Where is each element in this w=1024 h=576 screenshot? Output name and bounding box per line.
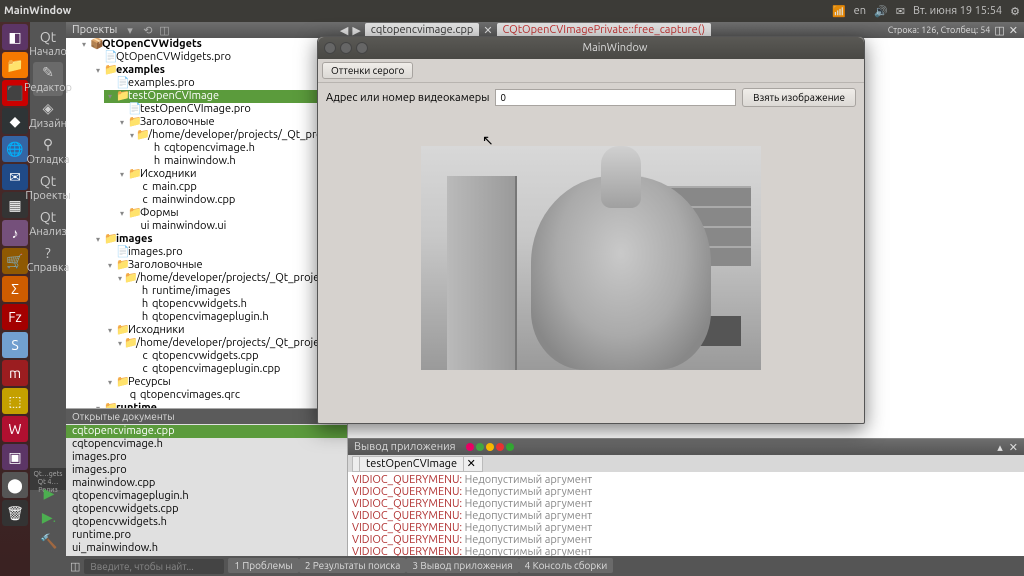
launcher-item[interactable]: ⬤ xyxy=(2,472,28,498)
record-icon[interactable] xyxy=(496,443,504,451)
app-window: MainWindow Оттенки серого Адрес или номе… xyxy=(317,36,865,424)
projects-label: Проекты xyxy=(72,24,117,36)
window-close-icon[interactable] xyxy=(324,42,336,54)
run-buttons: ▶ ▶. 🔨 xyxy=(36,482,62,552)
filter-icon[interactable]: ▾ xyxy=(127,24,139,36)
sync-icon[interactable]: ⟲ xyxy=(143,24,155,36)
launcher-item[interactable]: ▦ xyxy=(2,192,28,218)
launcher-item[interactable]: 🗑 xyxy=(2,500,28,526)
launcher-item[interactable]: ✉ xyxy=(2,164,28,190)
tray-envelope-icon[interactable]: ✉ xyxy=(896,5,905,18)
launcher-item[interactable]: 🛒 xyxy=(2,248,28,274)
attach-icon[interactable] xyxy=(486,443,494,451)
open-doc-item[interactable]: cqtopencvimage.cpp xyxy=(66,425,347,438)
open-doc-item[interactable]: cqtopencvimage.h xyxy=(66,438,347,451)
tray-lang[interactable]: en xyxy=(854,5,866,17)
launcher-item[interactable]: Σ xyxy=(2,276,28,302)
output-title: Вывод приложения xyxy=(354,441,456,453)
mode-Начало[interactable]: QtНачало xyxy=(33,26,63,60)
rerun-icon[interactable] xyxy=(476,443,484,451)
locator-input[interactable]: Введите, чтобы найт... xyxy=(84,559,224,574)
debug-button[interactable]: ▶. xyxy=(36,506,62,528)
app-title: MainWindow xyxy=(372,42,858,54)
close-tab-icon[interactable]: ✕ xyxy=(483,24,492,37)
split-editor-icon[interactable]: ◫ xyxy=(994,24,1004,37)
open-docs-header: Открытые документы xyxy=(66,409,347,424)
open-doc-item[interactable]: qtopencvwidgets.h xyxy=(66,516,347,529)
launcher-item[interactable]: ◆ xyxy=(2,108,28,134)
window-min-icon[interactable] xyxy=(340,42,352,54)
os-top-panel: MainWindow 📶 en 🔊 ✉ Вт. июня 19 15:54 ⚙ xyxy=(0,0,1024,22)
tray-network-icon[interactable]: 📶 xyxy=(832,5,846,18)
launcher-item[interactable]: ▣ xyxy=(2,444,28,470)
sidebar: ▾📦QtOpenCVWidgets📄QtOpenCVWidgets.pro▾📁e… xyxy=(66,38,348,556)
video-frame xyxy=(421,146,761,370)
status-pill[interactable]: 2 Результаты поиска xyxy=(299,558,407,573)
open-doc-item[interactable]: runtime.pro xyxy=(66,529,347,542)
launcher-item[interactable]: m xyxy=(2,360,28,386)
output-minimize-icon[interactable]: ▴ xyxy=(997,441,1003,454)
launcher-item[interactable]: S xyxy=(2,332,28,358)
close-editor-icon[interactable]: ✕ xyxy=(1009,24,1018,37)
nav-back-icon[interactable]: ◀ xyxy=(340,24,348,37)
cursor-position: Строка: 126, Столбец: 54 xyxy=(888,25,991,35)
status-pill[interactable]: 1 Проблемы xyxy=(228,558,298,573)
output-pane: Вывод приложения ▴ ✕ testOpenCVImage ✕ V… xyxy=(348,438,1024,556)
mode-Проекты[interactable]: QtПроекты xyxy=(33,170,63,204)
launcher-item[interactable]: 📁 xyxy=(2,52,28,78)
app-titlebar[interactable]: MainWindow xyxy=(318,37,864,59)
open-docs-list[interactable]: cqtopencvimage.cppcqtopencvimage.himages… xyxy=(66,424,347,556)
open-doc-item[interactable]: ui_mainwindow.h xyxy=(66,542,347,555)
open-doc-item[interactable]: images.pro xyxy=(66,451,347,464)
tray-sound-icon[interactable]: 🔊 xyxy=(874,5,888,18)
output-close-icon[interactable]: ✕ xyxy=(1009,441,1018,454)
window-title: MainWindow xyxy=(4,5,832,17)
editor-tab-symbol[interactable]: CQtOpenCVImagePrivate::free_capture() xyxy=(497,23,712,37)
launcher-item[interactable]: W xyxy=(2,416,28,442)
open-doc-item[interactable]: qtopencvwidgets.cpp xyxy=(66,503,347,516)
statusbar: ◫ Введите, чтобы найт... 1 Проблемы2 Рез… xyxy=(66,556,1024,576)
mode-Анализ[interactable]: QtАнализ xyxy=(33,206,63,240)
mode-Отладка[interactable]: ⚲Отладка xyxy=(33,134,63,168)
status-pill[interactable]: 4 Консоль сборки xyxy=(519,558,614,573)
open-doc-item[interactable]: images.pro xyxy=(66,464,347,477)
launcher-item[interactable]: ⬚ xyxy=(2,388,28,414)
project-tree[interactable]: ▾📦QtOpenCVWidgets📄QtOpenCVWidgets.pro▾📁e… xyxy=(66,38,347,408)
run-button[interactable]: ▶ xyxy=(36,482,62,504)
unity-launcher: ◧📁⬛◆🌐✉▦♪🛒ΣFzSm⬚W▣⬤🗑 xyxy=(0,22,30,576)
output-tab[interactable]: testOpenCVImage ✕ xyxy=(352,456,483,472)
camera-input[interactable] xyxy=(495,89,736,106)
camera-label: Адрес или номер видеокамеры xyxy=(326,92,489,104)
locator-icon[interactable]: ◫ xyxy=(70,560,80,573)
status-pill[interactable]: 3 Вывод приложения xyxy=(406,558,518,573)
nav-fwd-icon[interactable]: ▶ xyxy=(352,24,360,37)
system-tray[interactable]: 📶 en 🔊 ✉ Вт. июня 19 15:54 ⚙ xyxy=(832,5,1020,18)
tray-gear-icon[interactable]: ⚙ xyxy=(1010,5,1020,18)
window-max-icon[interactable] xyxy=(356,42,368,54)
launcher-item[interactable]: ◧ xyxy=(2,24,28,50)
mode-Редактор[interactable]: ✎Редактор xyxy=(33,62,63,96)
open-documents: Открытые документы cqtopencvimage.cppcqt… xyxy=(66,408,347,556)
launcher-item[interactable]: Fz xyxy=(2,304,28,330)
clear-icon[interactable] xyxy=(506,443,514,451)
launcher-item[interactable]: ♪ xyxy=(2,220,28,246)
open-doc-item[interactable]: qtopencvimageplugin.h xyxy=(66,490,347,503)
editor-tab-file[interactable]: cqtopencvimage.cpp xyxy=(365,23,480,37)
tray-clock[interactable]: Вт. июня 19 15:54 xyxy=(913,5,1002,17)
stop-icon[interactable] xyxy=(466,443,474,451)
output-body[interactable]: VIDIOC_QUERYMENU: Недопустимый аргументV… xyxy=(348,472,1024,556)
capture-button[interactable]: Взять изображение xyxy=(742,88,856,107)
mode-Дизайн[interactable]: ◈Дизайн xyxy=(33,98,63,132)
split-icon[interactable]: ◫ xyxy=(159,24,171,36)
open-doc-item[interactable]: mainwindow.cpp xyxy=(66,477,347,490)
grayscale-button[interactable]: Оттенки серого xyxy=(322,62,413,79)
launcher-item[interactable]: 🌐 xyxy=(2,136,28,162)
mode-Справка[interactable]: ?Справка xyxy=(33,242,63,276)
build-button[interactable]: 🔨 xyxy=(36,530,62,552)
